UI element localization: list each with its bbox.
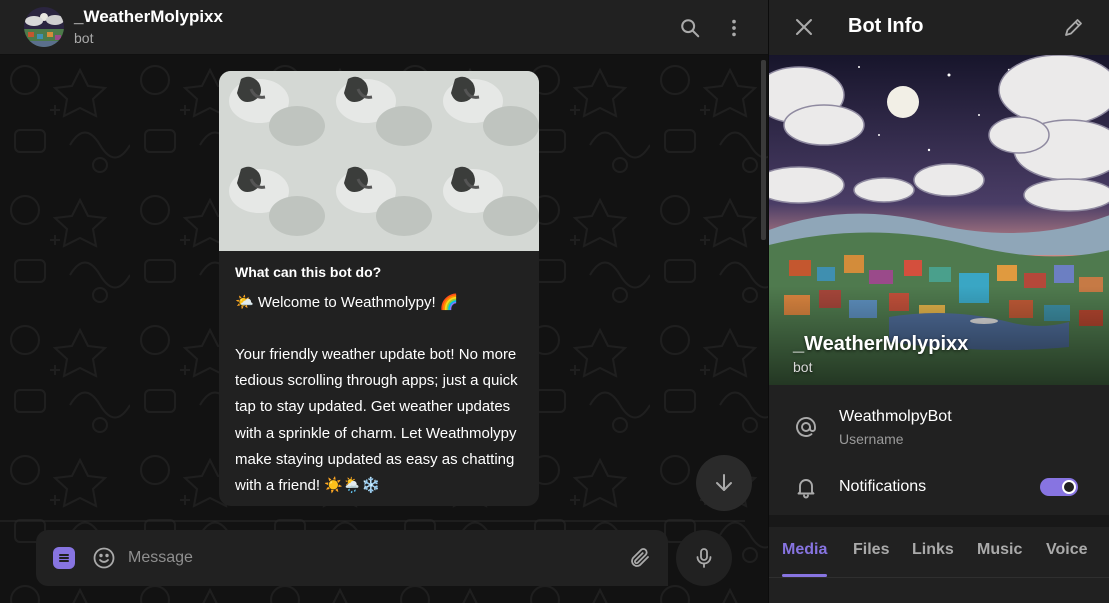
username-value: WeathmolpyBot [839, 408, 952, 425]
more-button[interactable] [718, 12, 750, 44]
notifications-label: Notifications [839, 478, 927, 495]
message-heading: What can this bot do? [235, 264, 382, 280]
search-button[interactable] [674, 12, 706, 44]
paperclip-icon[interactable] [628, 546, 652, 570]
section-divider [769, 515, 1109, 527]
search-icon [681, 19, 700, 38]
bot-info-panel: Bot Info _WeatherMolypixx bot Weathmolpy… [768, 0, 1109, 603]
voice-record-button[interactable] [676, 530, 732, 586]
message-input[interactable] [128, 547, 608, 569]
chat-header: _WeatherMolypixx bot [0, 0, 768, 55]
panel-title: Bot Info [848, 15, 924, 37]
chat-subtitle: bot [74, 30, 94, 46]
more-vertical-icon [732, 19, 736, 37]
bot-description-image[interactable] [219, 71, 539, 251]
tab-voice[interactable]: Voice [1046, 541, 1088, 559]
scroll-down-button[interactable] [696, 455, 752, 511]
bot-avatar[interactable] [24, 7, 64, 47]
microphone-icon [696, 548, 712, 568]
menu-icon [59, 554, 69, 562]
pencil-icon[interactable] [1059, 12, 1089, 42]
profile-subtitle: bot [793, 359, 813, 375]
bot-description-message: What can this bot do? 🌤️ Welcome to Weat… [219, 71, 539, 506]
panel-header: Bot Info [769, 0, 1109, 55]
smile-icon[interactable] [92, 546, 116, 570]
tab-media[interactable]: Media [782, 541, 827, 559]
at-sign-icon [796, 417, 816, 437]
tab-links[interactable]: Links [912, 541, 954, 559]
message-composer [36, 530, 668, 586]
bot-menu-button[interactable] [53, 547, 75, 569]
profile-name: _WeatherMolypixx [793, 333, 969, 355]
arrow-down-icon [716, 474, 732, 491]
username-row[interactable]: WeathmolpyBot Username [769, 400, 1109, 454]
notifications-toggle[interactable] [1040, 478, 1078, 496]
bot-profile-photo[interactable]: _WeatherMolypixx bot [769, 55, 1109, 385]
bell-icon [797, 479, 815, 499]
chat-area: _WeatherMolypixx bot What can this bot d… [0, 0, 768, 603]
tab-music[interactable]: Music [977, 541, 1022, 559]
toggle-knob [1062, 480, 1076, 494]
tab-files[interactable]: Files [853, 541, 889, 559]
tabs-border [769, 577, 1109, 578]
message-welcome: 🌤️ Welcome to Weathmolypy! 🌈 [235, 294, 459, 311]
message-body: Your friendly weather update bot! No mor… [235, 346, 518, 495]
chat-title[interactable]: _WeatherMolypixx [74, 7, 223, 27]
close-icon[interactable] [789, 12, 819, 42]
username-label: Username [839, 431, 904, 447]
